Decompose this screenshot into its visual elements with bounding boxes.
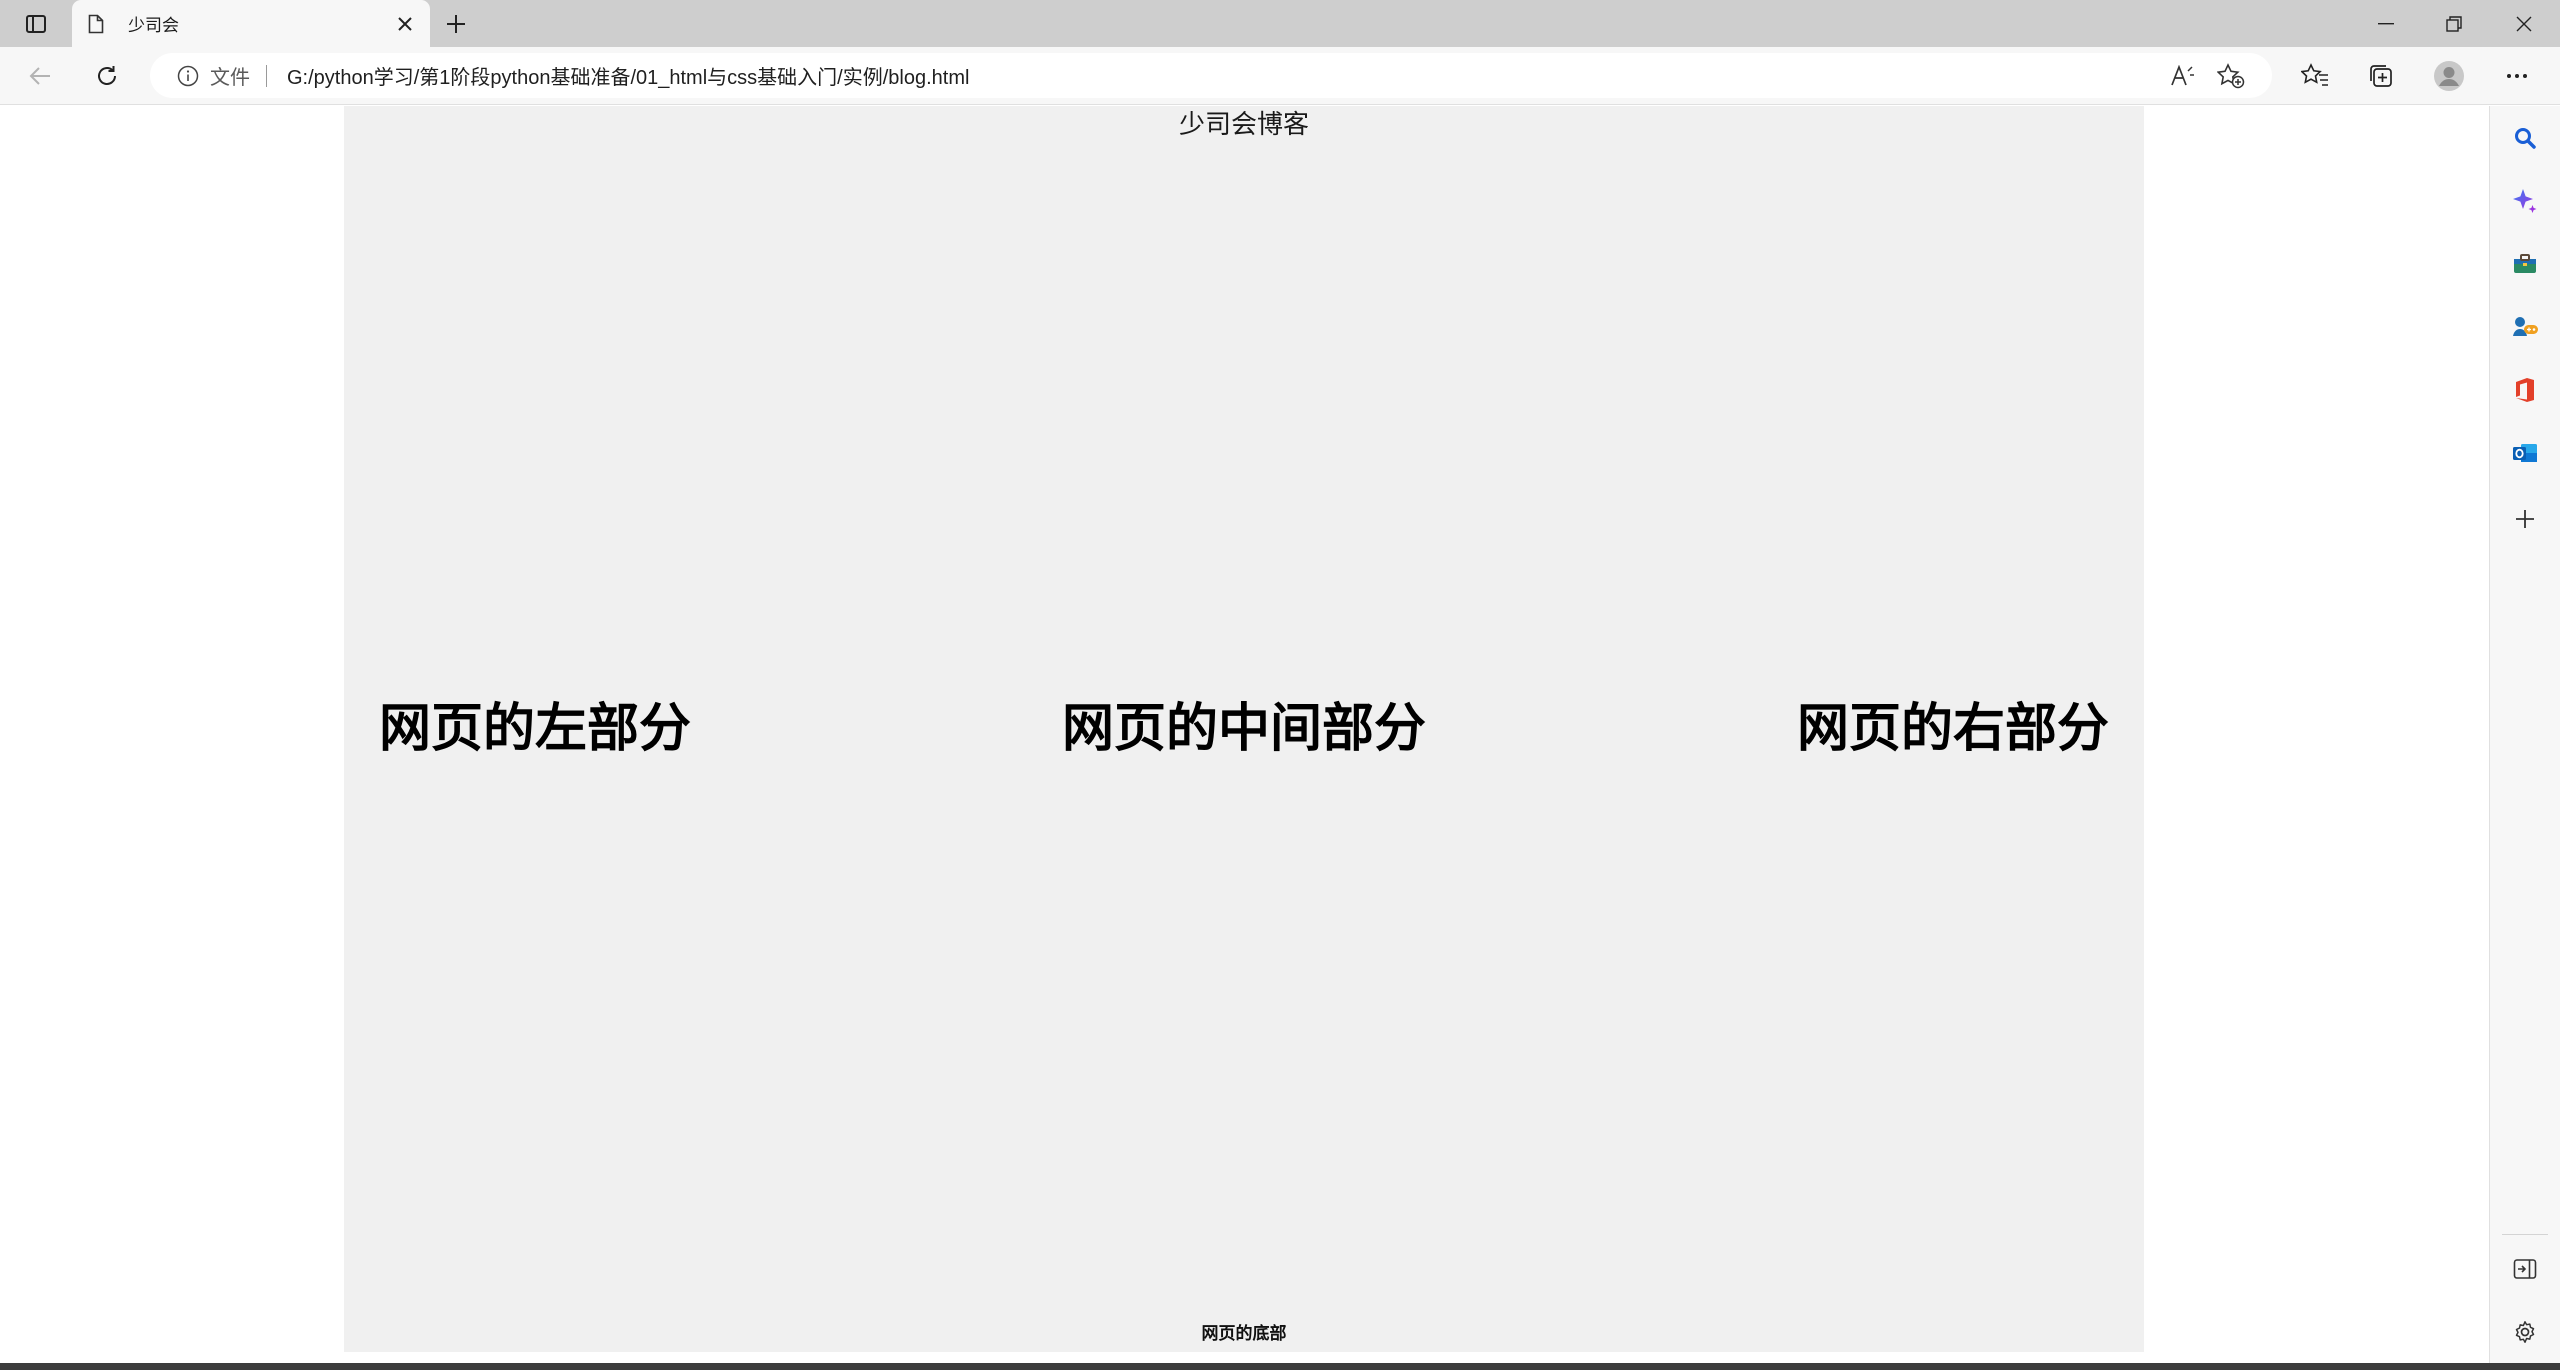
sidebar-outlook-button[interactable] [2506, 434, 2544, 472]
more-button[interactable] [2498, 58, 2536, 94]
browser-sidebar [2489, 106, 2560, 1363]
office-icon [2516, 378, 2534, 402]
plus-icon [447, 15, 465, 33]
favorites-icon [2301, 63, 2328, 86]
back-button[interactable] [21, 58, 59, 94]
sidebar-tools-button[interactable] [2506, 245, 2544, 283]
collections-icon [2370, 65, 2392, 87]
window-close-button[interactable] [2490, 0, 2558, 47]
profile-icon [2434, 61, 2464, 91]
profile-button[interactable] [2430, 58, 2468, 94]
outlook-icon [2513, 444, 2537, 462]
tab-close-button[interactable] [390, 9, 420, 39]
tab-strip: 少司会 [0, 0, 2560, 47]
browser-window: 少司会 文件 G:/python学习/第1阶段python基础准备/01_htm… [0, 0, 2560, 1370]
add-favorite-icon [2217, 62, 2245, 88]
games-icon [2513, 317, 2538, 336]
url-text[interactable]: G:/python学习/第1阶段python基础准备/01_html与css基础… [287, 61, 2164, 90]
favorites-button[interactable] [2296, 58, 2334, 94]
tools-icon [2514, 254, 2536, 273]
page-main: 网页的左部分 网页的中间部分 网页的右部分 [344, 142, 2144, 1316]
collections-button[interactable] [2362, 58, 2400, 94]
refresh-icon [98, 66, 116, 85]
restore-icon [2446, 15, 2462, 32]
address-bar[interactable]: 文件 G:/python学习/第1阶段python基础准备/01_html与cs… [150, 53, 2272, 98]
taskbar-edge [0, 1363, 2560, 1370]
scheme-label: 文件 [210, 67, 250, 89]
sidebar-games-button[interactable] [2506, 308, 2544, 346]
back-icon [29, 67, 50, 85]
tab-actions-icon [26, 15, 46, 33]
add-favorite-button[interactable] [2212, 58, 2250, 94]
tab-actions-button[interactable] [20, 9, 52, 39]
close-icon [2516, 16, 2532, 31]
settings-icon [2515, 1321, 2535, 1343]
page-header: 少司会博客 [1178, 109, 1309, 139]
sidebar-copilot-button[interactable] [2506, 182, 2544, 220]
page-footer: 网页的底部 [1201, 1324, 1287, 1343]
middle-heading: 网页的中间部分 [1061, 699, 1426, 759]
minimize-button[interactable] [2352, 0, 2420, 47]
sidebar-add-button[interactable] [2506, 500, 2544, 538]
toolbar: 文件 G:/python学习/第1阶段python基础准备/01_html与cs… [0, 47, 2560, 105]
tab-active[interactable]: 少司会 [72, 0, 430, 47]
page-container: 少司会博客 网页的左部分 网页的中间部分 网页的右部分 网页的底部 [344, 106, 2144, 1352]
sidebar-search-button[interactable] [2506, 119, 2544, 157]
copilot-icon [2513, 189, 2537, 213]
sidebar-divider [2502, 1234, 2548, 1235]
page-icon [88, 13, 108, 35]
restore-button[interactable] [2420, 0, 2488, 47]
new-tab-button[interactable] [440, 9, 472, 39]
add-icon [2516, 510, 2534, 528]
minimize-icon [2378, 22, 2394, 24]
hide-sidebar-icon [2513, 1259, 2537, 1279]
read-aloud-button[interactable] [2164, 58, 2202, 94]
search-icon [2515, 128, 2536, 149]
close-icon [398, 16, 412, 31]
right-heading: 网页的右部分 [1796, 699, 2109, 759]
tab-title: 少司会 [128, 16, 179, 35]
page-viewport: 少司会博客 网页的左部分 网页的中间部分 网页的右部分 网页的底部 [0, 106, 2488, 1363]
right-section: 网页的右部分 [1797, 142, 2109, 1316]
address-separator [266, 64, 267, 87]
sidebar-hide-button[interactable] [2506, 1250, 2544, 1288]
more-icon [2507, 74, 2527, 78]
read-aloud-icon [2171, 64, 2194, 85]
info-icon[interactable] [176, 64, 200, 88]
sidebar-office-button[interactable] [2506, 371, 2544, 409]
sidebar-settings-button[interactable] [2506, 1313, 2544, 1351]
refresh-button[interactable] [88, 58, 126, 94]
